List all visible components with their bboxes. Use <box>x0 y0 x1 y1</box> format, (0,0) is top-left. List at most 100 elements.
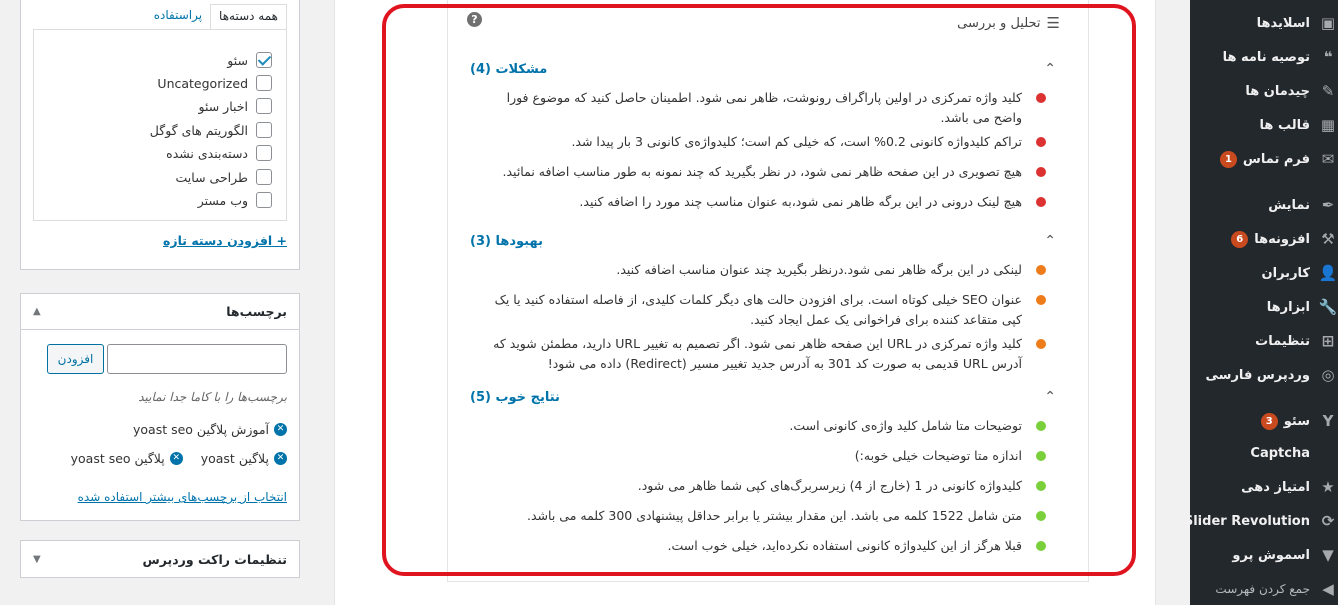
tag-input[interactable] <box>107 344 287 374</box>
help-icon[interactable]: ? <box>467 12 482 27</box>
analysis-item: قبلا هرگز از این کلیدواژه کانونی استفاده… <box>486 536 1046 556</box>
menu-item-seo[interactable]: Y سئو 3 <box>1190 406 1338 436</box>
category-checkbox[interactable] <box>256 98 272 114</box>
section-header-improvements[interactable]: بهبودها (3) ⌃ <box>448 230 1088 252</box>
count-badge: 6 <box>1231 230 1249 248</box>
category-label: سئو <box>227 52 248 68</box>
chevron-up-icon[interactable]: ⌃ <box>1044 62 1056 76</box>
layouts-icon: ✎ <box>1321 81 1335 100</box>
analysis-item: اندازه متا توضیحات خیلی خوبه:) <box>486 446 1046 466</box>
collapse-down-icon[interactable]: ▼ <box>33 554 41 565</box>
category-checkbox[interactable] <box>256 145 272 161</box>
menu-item-contact-form[interactable]: ✉ فرم تماس 1 <box>1190 144 1338 174</box>
collapse-up-icon[interactable]: ▲ <box>33 306 41 317</box>
category-item[interactable]: اخبار سئو <box>199 96 272 116</box>
section-header-good-results[interactable]: نتایج خوب (5) ⌃ <box>448 386 1088 408</box>
category-checkbox[interactable] <box>256 192 272 208</box>
menu-item-slides[interactable]: ▣ اسلایدها <box>1190 8 1338 38</box>
analysis-item: هیچ تصویری در این صفحه ظاهر نمی شود، در … <box>486 162 1046 182</box>
slider-revolution-icon: ⟳ <box>1321 511 1335 530</box>
menu-item-settings[interactable]: ⊞ تنظیمات <box>1190 326 1338 356</box>
category-label: دسته‌بندی نشده <box>166 145 248 161</box>
tag-row: ✕ پلاگین yoast ✕ پلاگین yoast seo <box>71 451 287 466</box>
tags-box-header[interactable]: برچسب‌ها ▲ <box>21 294 299 330</box>
add-tag-button[interactable]: افزودن <box>47 344 104 374</box>
menu-item-slider-revolution[interactable]: ⟳ Slider Revolution <box>1184 506 1338 536</box>
analysis-item: توضیحات متا شامل کلید واژه‌ی کانونی است. <box>486 416 1046 436</box>
category-item[interactable]: سئو <box>227 50 272 70</box>
menu-item-plugins[interactable]: ⚒ افزونه‌ها 6 <box>1190 224 1338 254</box>
analysis-item-text: عنوان SEO خیلی کوتاه است. برای افزودن حا… <box>494 292 1022 327</box>
tag-label: آموزش پلاگین yoast seo <box>133 422 269 437</box>
add-category-link[interactable]: + افزودن دسته تازه <box>163 233 287 248</box>
analysis-item-text: لینکی در این برگه ظاهر نمی شود.درنظر بگی… <box>616 262 1022 277</box>
menu-item-smush-pro[interactable]: ▼ اسموش پرو <box>1190 540 1338 570</box>
appearance-icon: ✒ <box>1321 195 1335 214</box>
red-bullet-icon <box>1036 93 1046 103</box>
chevron-up-icon[interactable]: ⌃ <box>1044 390 1056 404</box>
tag-hint: برچسب‌ها را با کاما جدا نمایید <box>138 390 287 404</box>
menu-item-testimonials[interactable]: ❝ توصیه نامه ها <box>1190 42 1338 72</box>
categories-box: همه دسته‌ها پراستفاده سئو Uncategorized اخ… <box>20 0 300 270</box>
green-bullet-icon <box>1036 481 1046 491</box>
analysis-item-text: اندازه متا توضیحات خیلی خوبه:) <box>854 448 1022 463</box>
analysis-item: عنوان SEO خیلی کوتاه است. برای افزودن حا… <box>486 290 1046 330</box>
choose-popular-tags-link[interactable]: انتخاب از برچسب‌های بیشتر استفاده شده <box>78 490 287 504</box>
category-checkbox[interactable] <box>256 75 272 91</box>
section-header-problems[interactable]: مشکلات (4) ⌃ <box>448 58 1088 80</box>
menu-item-persian-wp[interactable]: ◎ وردپرس فارسی <box>1190 360 1338 390</box>
analysis-item-text: قبلا هرگز از این کلیدواژه کانونی استفاده… <box>667 538 1022 553</box>
count-badge: 1 <box>1219 150 1237 168</box>
menu-item-appearance[interactable]: ✒ نمایش <box>1190 190 1338 220</box>
menu-item-collapse-menu[interactable]: ◀ جمع کردن فهرست <box>1190 574 1338 604</box>
tag-chip: ✕ آموزش پلاگین yoast seo <box>133 422 287 437</box>
category-checkbox[interactable] <box>256 169 272 185</box>
menu-item-label: قالب ها <box>1259 117 1310 133</box>
analysis-item-text: کلید واژه تمرکزی در URL این صفحه ظاهر نم… <box>493 336 1022 371</box>
category-checkbox[interactable] <box>256 122 272 138</box>
menu-item-tools[interactable]: 🔧 ابزارها <box>1190 292 1338 322</box>
users-icon: 👤 <box>1318 263 1338 282</box>
analysis-item: متن شامل 1522 کلمه می باشد. این مقدار بی… <box>486 506 1046 526</box>
analysis-item: کلید واژه تمرکزی در URL این صفحه ظاهر نم… <box>486 334 1046 374</box>
menu-item-themes[interactable]: ▦ قالب ها <box>1190 110 1338 140</box>
rating-icon: ★ <box>1321 477 1335 496</box>
menu-item-rating[interactable]: ★ امتیاز دهی <box>1190 472 1338 502</box>
red-bullet-icon <box>1036 197 1046 207</box>
tab-most-used[interactable]: پراستفاده <box>146 4 210 30</box>
category-label: وب مستر <box>197 192 248 208</box>
remove-tag-icon[interactable]: ✕ <box>274 423 287 436</box>
tags-box: برچسب‌ها ▲ افزودن برچسب‌ها را با کاما جد… <box>20 293 300 521</box>
category-item[interactable]: طراحی سایت <box>176 167 272 187</box>
menu-item-captcha[interactable]: Captcha <box>1190 438 1338 468</box>
orange-bullet-icon <box>1036 339 1046 349</box>
category-checkbox[interactable] <box>256 52 272 68</box>
menu-item-label: افزونه‌ها <box>1254 231 1310 247</box>
tab-all-categories[interactable]: همه دسته‌ها <box>210 4 287 30</box>
section-title: نتایج خوب (5) <box>470 389 560 405</box>
remove-tag-icon[interactable]: ✕ <box>169 452 183 465</box>
category-item[interactable]: Uncategorized <box>157 73 272 93</box>
seo-icon: Y <box>1322 411 1334 430</box>
category-item[interactable]: وب مستر <box>198 190 272 210</box>
category-item[interactable]: الگوریتم های گوگل <box>150 120 272 140</box>
rocket-box-header[interactable]: تنظیمات راکت وردپرس ▼ <box>21 541 299 577</box>
category-tabs: همه دسته‌ها پراستفاده <box>146 4 287 30</box>
menu-item-label: امتیاز دهی <box>1241 479 1310 495</box>
category-item[interactable]: دسته‌بندی نشده <box>166 143 272 163</box>
menu-item-label: Slider Revolution <box>1183 513 1310 529</box>
menu-item-label: Captcha <box>1250 445 1310 461</box>
tags-title: برچسب‌ها <box>226 304 287 319</box>
menu-item-label: فرم تماس <box>1242 151 1310 167</box>
menu-item-label: جمع کردن فهرست <box>1215 582 1310 596</box>
seo-analysis-panel: ☰ تحلیل و بررسی ? مشکلات (4) ⌃ کلید واژه ت… <box>447 0 1089 582</box>
chevron-up-icon[interactable]: ⌃ <box>1044 234 1056 248</box>
menu-item-label: اسلایدها <box>1256 15 1310 31</box>
orange-bullet-icon <box>1036 265 1046 275</box>
menu-item-users[interactable]: 👤 کاربران <box>1190 258 1338 288</box>
analysis-title: تحلیل و بررسی <box>957 15 1041 31</box>
category-checklist: سئو Uncategorized اخبار سئو الگوریتم های گو… <box>33 29 287 221</box>
remove-tag-icon[interactable]: ✕ <box>274 452 287 465</box>
menu-item-layouts[interactable]: ✎ چیدمان ها <box>1190 76 1338 106</box>
menu-item-label: کاربران <box>1261 265 1310 281</box>
